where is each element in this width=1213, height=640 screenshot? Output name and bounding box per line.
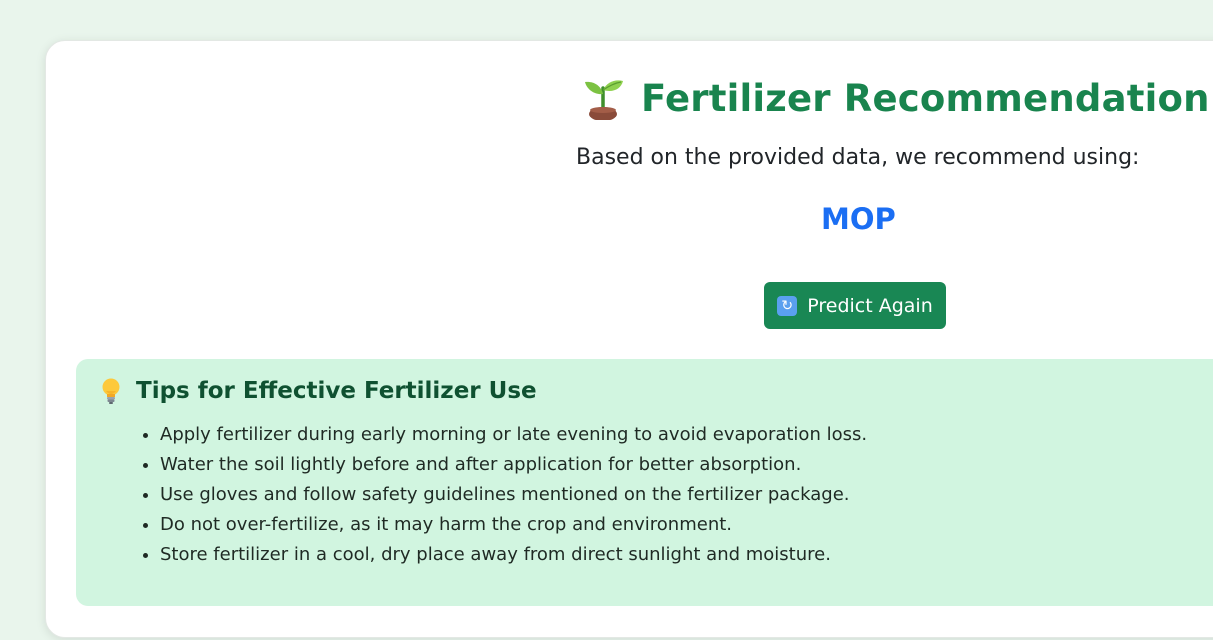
tips-title: Tips for Effective Fertilizer Use xyxy=(136,378,537,404)
tip-item: Do not over-fertilize, as it may harm th… xyxy=(160,510,867,540)
tip-item: Apply fertilizer during early morning or… xyxy=(160,420,867,450)
refresh-icon: ↻ xyxy=(777,295,798,316)
recommended-fertilizer: MOP xyxy=(821,202,896,236)
tip-item: Use gloves and follow safety guidelines … xyxy=(160,480,867,510)
page-title: Fertilizer Recommendation xyxy=(641,76,1210,120)
predict-again-label: Predict Again xyxy=(807,294,933,317)
seedling-icon xyxy=(585,80,623,120)
tips-header: Tips for Effective Fertilizer Use xyxy=(100,377,537,405)
tip-item: Store fertilizer in a cool, dry place aw… xyxy=(160,540,867,570)
result-card: Fertilizer Recommendation Based on the p… xyxy=(45,40,1213,638)
tip-item: Water the soil lightly before and after … xyxy=(160,450,867,480)
recommendation-subtitle: Based on the provided data, we recommend… xyxy=(576,145,1140,170)
predict-again-button[interactable]: ↻ Predict Again xyxy=(764,282,946,329)
lightbulb-icon xyxy=(102,378,120,404)
tips-list: Apply fertilizer during early morning or… xyxy=(136,420,867,570)
tips-panel: Tips for Effective Fertilizer Use Apply … xyxy=(76,359,1213,606)
title-row: Fertilizer Recommendation xyxy=(581,73,1210,123)
